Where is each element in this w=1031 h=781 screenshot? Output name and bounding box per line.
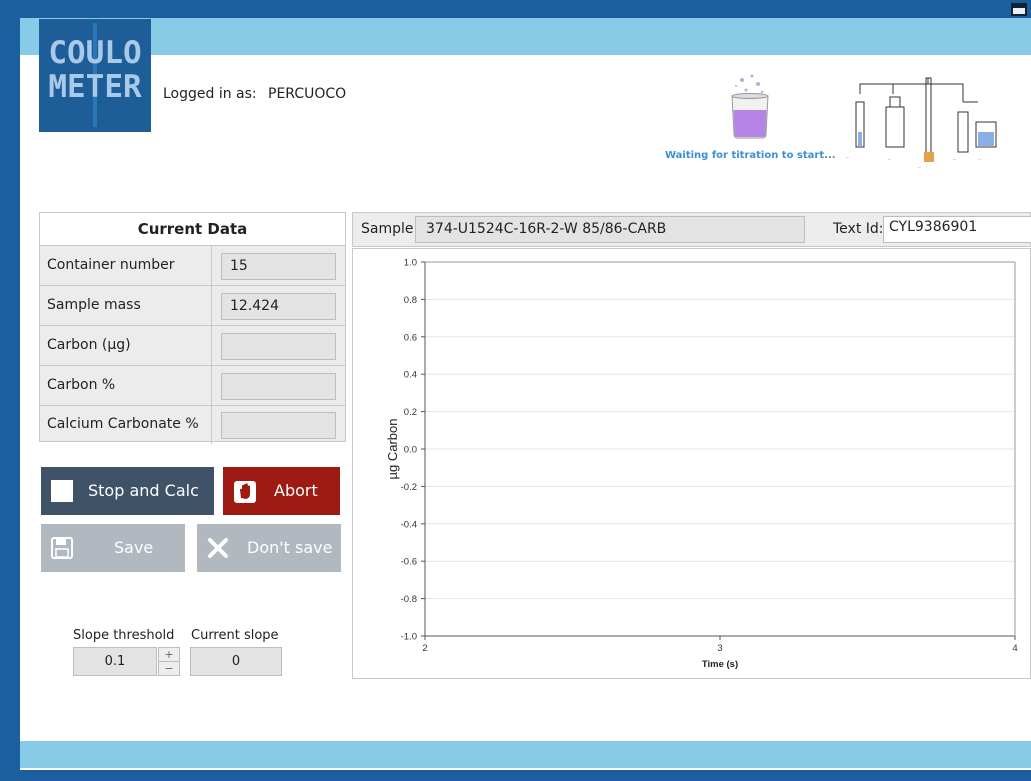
- svg-text:...: ...: [953, 157, 956, 161]
- floppy-disk-icon: [51, 537, 73, 559]
- slope-threshold-stepper[interactable]: + −: [158, 647, 180, 676]
- bottom-band: [20, 741, 1031, 768]
- text-id-label: Text Id:: [833, 221, 884, 237]
- sample-mass-label: Sample mass: [40, 286, 212, 325]
- increment-icon[interactable]: +: [159, 648, 179, 662]
- row-sample-mass: Sample mass 12.424: [40, 286, 345, 326]
- x-tick-label: 3: [717, 643, 722, 654]
- dont-save-button[interactable]: Don't save: [197, 524, 341, 572]
- y-tick-label: -0.4: [401, 519, 417, 530]
- sample-label: Sample:: [361, 221, 419, 237]
- save-button[interactable]: Save: [41, 524, 185, 572]
- logo-text-line1: COULO: [48, 35, 142, 71]
- x-axis-label: Time (s): [702, 659, 738, 670]
- text-id-field[interactable]: CYL9386901: [883, 216, 1031, 243]
- y-tick-label: 0.8: [404, 295, 417, 306]
- sample-mass-field[interactable]: 12.424: [221, 293, 336, 320]
- dont-save-label: Don't save: [247, 538, 333, 557]
- current-data-title: Current Data: [40, 213, 345, 246]
- x-tick-label: 2: [422, 643, 427, 654]
- row-carbon-ug: Carbon (µg): [40, 326, 345, 366]
- stop-and-calc-label: Stop and Calc: [88, 481, 199, 500]
- close-icon: [207, 537, 228, 558]
- abort-button[interactable]: Abort: [223, 467, 340, 515]
- y-axis-label: µg Carbon: [385, 419, 400, 480]
- row-carbon-percent: Carbon %: [40, 366, 345, 406]
- maximize-icon[interactable]: [1011, 3, 1027, 16]
- save-label: Save: [114, 538, 154, 557]
- svg-text:...: ...: [888, 157, 891, 161]
- top-band: [20, 18, 1031, 55]
- logged-in-user: PERCUOCO: [268, 86, 347, 102]
- y-tick-label: 0.2: [404, 407, 417, 418]
- slope-threshold-label: Slope threshold: [73, 628, 175, 643]
- y-tick-label: 1.0: [404, 258, 417, 269]
- y-tick-label: 0.6: [404, 332, 417, 343]
- logged-in-label: Logged in as:: [163, 86, 257, 102]
- apparatus-diagram-icon: ...............: [838, 72, 1003, 172]
- y-tick-label: 0.0: [404, 445, 417, 456]
- svg-text:...: ...: [978, 157, 981, 161]
- svg-text:...: ...: [918, 165, 921, 169]
- container-number-field[interactable]: 15: [221, 253, 336, 280]
- decrement-icon[interactable]: −: [159, 662, 179, 675]
- y-tick-label: -0.2: [401, 482, 417, 493]
- stop-and-calc-button[interactable]: Stop and Calc: [41, 467, 214, 515]
- coulometer-logo: COULO METER: [39, 19, 151, 132]
- carbon-ug-label: Carbon (µg): [40, 326, 212, 365]
- sample-bar: Sample: 374-U1524C-16R-2-W 85/86-CARB Te…: [352, 212, 1031, 247]
- y-tick-label: -0.8: [401, 594, 417, 605]
- carbon-percent-field: [221, 373, 336, 400]
- slope-threshold-input[interactable]: 0.1: [73, 647, 157, 676]
- calcium-carbonate-label: Calcium Carbonate %: [40, 405, 212, 444]
- stop-square-icon: [51, 480, 73, 502]
- carbon-ug-field: [221, 333, 336, 360]
- x-tick-label: 4: [1012, 643, 1017, 654]
- beaker-icon: [722, 70, 778, 140]
- y-tick-label: 0.4: [404, 370, 417, 381]
- hand-stop-icon: [234, 481, 256, 503]
- logo-text-line2: METER: [48, 69, 142, 105]
- current-slope-label: Current slope: [191, 628, 279, 643]
- y-tick-label: -1.0: [401, 632, 417, 643]
- y-tick-label: -0.6: [401, 557, 417, 568]
- container-number-label: Container number: [40, 246, 212, 285]
- svg-text:...: ...: [846, 155, 849, 159]
- sample-field[interactable]: 374-U1524C-16R-2-W 85/86-CARB: [415, 216, 805, 243]
- titration-chart: 1.0 0.8 0.6 0.4 0.2 0.0 -0.2 -0.4 -0.6 -0.8 -1.0 2 3…: [352, 248, 1031, 679]
- titration-status: Waiting for titration to start...: [665, 150, 836, 161]
- abort-label: Abort: [274, 481, 318, 500]
- row-calcium-carbonate: Calcium Carbonate %: [40, 405, 345, 444]
- current-slope-value: 0: [190, 647, 282, 676]
- row-container-number: Container number 15: [40, 246, 345, 286]
- chart-svg: 1.0 0.8 0.6 0.4 0.2 0.0 -0.2 -0.4 -0.6 -0.8 -1.0 2 3…: [385, 258, 1018, 671]
- current-data-panel: Current Data Container number 15 Sample …: [39, 212, 346, 444]
- calcium-carbonate-field: [221, 412, 336, 439]
- carbon-percent-label: Carbon %: [40, 366, 212, 405]
